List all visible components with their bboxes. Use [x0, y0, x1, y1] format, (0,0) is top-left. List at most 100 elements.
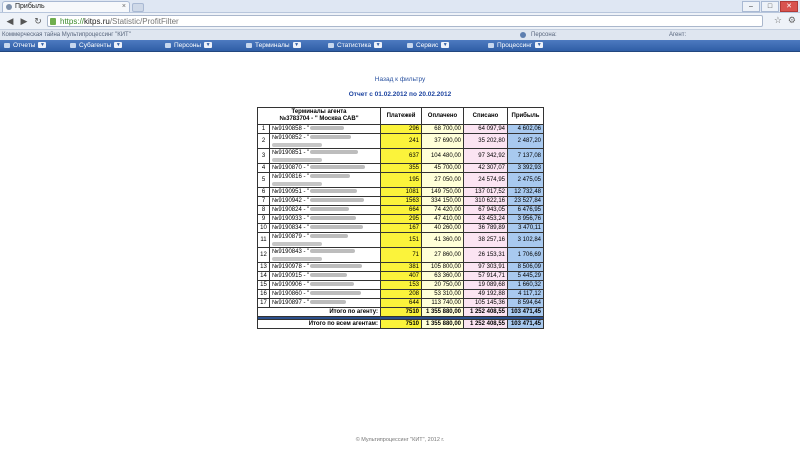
browser-tab[interactable]: Прибыль ×	[2, 1, 130, 12]
table-row: 7 №9190942 - " 1563 334 150,00 310 622,16 23 …	[257, 196, 544, 206]
profit-cell-text: 2 487,20	[517, 137, 541, 144]
menu-processing[interactable]: Процессинг ▼	[488, 40, 544, 51]
menu-subagents[interactable]: Субагенты ▼	[70, 40, 123, 51]
redacted-text	[310, 215, 357, 220]
payments-cell-text: 195	[408, 176, 419, 183]
redacted-text	[310, 150, 359, 155]
table-row: 12 №9190843 - " 71 27 860,00 26 153,31 1 706,…	[257, 247, 544, 263]
terminal-name-text: №9190852 - "	[272, 135, 310, 141]
paid-cell: 27 860,00	[421, 247, 464, 263]
paid-cell-text: 41 360,00	[434, 236, 461, 243]
profit-cell: 3 102,84	[507, 232, 544, 248]
row-number: 5	[257, 172, 270, 188]
row-number-text: 14	[260, 272, 267, 279]
payments-cell-text: 71	[412, 251, 419, 258]
written-off-cell-text: 105 145,36	[474, 299, 505, 306]
menu-service[interactable]: Сервис ▼	[407, 40, 450, 51]
paid-cell: 113 740,00	[421, 298, 464, 308]
written-off-cell-text: 49 192,88	[478, 290, 505, 297]
menu-terminals[interactable]: Терминалы ▼	[246, 40, 301, 51]
back-to-filter-link[interactable]: Назад к фильтру	[0, 76, 800, 83]
table-row: 17 №9190897 - " 644 113 740,00 105 145,36 8 5…	[257, 298, 544, 308]
menu-persons[interactable]: Персоны ▼	[165, 40, 213, 51]
payments-cell: 153	[380, 280, 422, 290]
profit-cell-text: 7 137,08	[517, 152, 541, 159]
redacted-text	[272, 242, 322, 246]
payments-cell-text: 241	[408, 137, 419, 144]
new-tab-button[interactable]	[132, 3, 144, 12]
written-off-cell-text: 36 789,89	[478, 224, 505, 231]
paid-cell-text: 105 800,00	[430, 263, 461, 270]
terminal-name-text: №9190843 - "	[272, 249, 310, 255]
terminal-name-text: №9190951 - "	[272, 188, 310, 195]
window-close-button[interactable]: ✕	[780, 1, 798, 12]
terminal-name: №9190879 - "	[269, 232, 381, 248]
payments-cell-text: 664	[408, 206, 419, 213]
service-icon	[407, 43, 413, 48]
terminal-name-text: №9190897 - "	[272, 299, 310, 306]
row-number: 3	[257, 148, 270, 164]
payments-cell-text: 1081	[405, 188, 419, 195]
profit-cell: 8 506,09	[507, 262, 544, 272]
header-paid: Оплачено	[421, 107, 464, 125]
chevron-down-icon: ▼	[114, 42, 123, 49]
payments-cell-text: 355	[408, 164, 419, 171]
row-number-text: 6	[261, 188, 266, 195]
written-off-cell-text: 57 914,71	[478, 272, 505, 279]
terminal-name: №9190824 - "	[269, 205, 381, 215]
tab-close-icon[interactable]: ×	[122, 2, 126, 12]
reload-icon[interactable]: ↻	[32, 15, 44, 27]
menu-reports[interactable]: Отчеты ▼	[4, 40, 47, 51]
row-number: 14	[257, 271, 270, 281]
url-scheme: https://	[60, 17, 85, 26]
profit-cell-text: 2 475,05	[517, 176, 541, 183]
payments-cell: 1081	[380, 187, 422, 197]
paid-cell: 104 480,00	[421, 148, 464, 164]
written-off-cell: 26 153,31	[463, 247, 508, 263]
written-off-cell: 97 303,91	[463, 262, 508, 272]
terminal-name: №9190906 - "	[269, 280, 381, 290]
row-number: 1	[257, 124, 270, 134]
back-arrow-icon[interactable]: ◀	[4, 15, 16, 27]
menu-statistics[interactable]: Статистика ▼	[328, 40, 383, 51]
wrench-menu-icon[interactable]: ⚙	[788, 15, 796, 26]
person-icon	[520, 32, 526, 38]
paid-cell: 74 420,00	[421, 205, 464, 215]
profit-cell-text: 3 392,93	[517, 164, 541, 171]
written-off-cell: 19 089,68	[463, 280, 508, 290]
menu-service-label: Сервис	[416, 42, 439, 49]
written-off-cell: 64 097,94	[463, 124, 508, 134]
redacted-text	[310, 234, 349, 239]
window-maximize-button[interactable]: □	[761, 1, 779, 12]
row-number-text: 9	[261, 215, 266, 222]
header-terminals-line1: Терминалы агента	[291, 109, 347, 115]
address-bar[interactable]: https://kitps.ru/Statistic/ProfitFilter	[47, 15, 763, 27]
forward-arrow-icon[interactable]: ▶	[18, 15, 30, 27]
written-off-cell: 24 574,95	[463, 172, 508, 188]
redacted-text	[310, 272, 348, 277]
redacted-text	[310, 164, 366, 169]
bookmark-star-icon[interactable]: ☆	[774, 15, 782, 26]
redacted-text	[310, 281, 355, 286]
redacted-text	[310, 174, 351, 179]
row-number: 6	[257, 187, 270, 197]
paid-cell-text: 68 700,00	[434, 125, 461, 132]
written-off-cell-text: 67 943,05	[478, 206, 505, 213]
paid-cell-text: 47 410,00	[434, 215, 461, 222]
browser-toolbar: ◀ ▶ ↻ https://kitps.ru/Statistic/ProfitF…	[0, 13, 800, 30]
payments-cell: 296	[380, 124, 422, 134]
row-number-text: 4	[261, 164, 266, 171]
total-all-paid: 1 355 880,00	[421, 319, 464, 329]
persons-icon	[165, 43, 171, 48]
window-minimize-button[interactable]: –	[742, 1, 760, 12]
agent-label: Агент:	[669, 32, 687, 38]
profit-cell-text: 3 470,11	[518, 224, 541, 231]
profit-cell-text: 12 732,48	[514, 188, 541, 195]
terminal-name: №9190851 - "	[269, 148, 381, 164]
total-agent-profit: 103 471,45	[507, 307, 544, 317]
redacted-text	[310, 188, 358, 193]
payments-cell: 355	[380, 163, 422, 173]
table-row: 3 №9190851 - " 637 104 480,00 97 342,92 7 137…	[257, 148, 544, 164]
report-icon	[4, 43, 10, 48]
table-row: 8 №9190824 - " 664 74 420,00 67 943,05 6 476,…	[257, 205, 544, 215]
